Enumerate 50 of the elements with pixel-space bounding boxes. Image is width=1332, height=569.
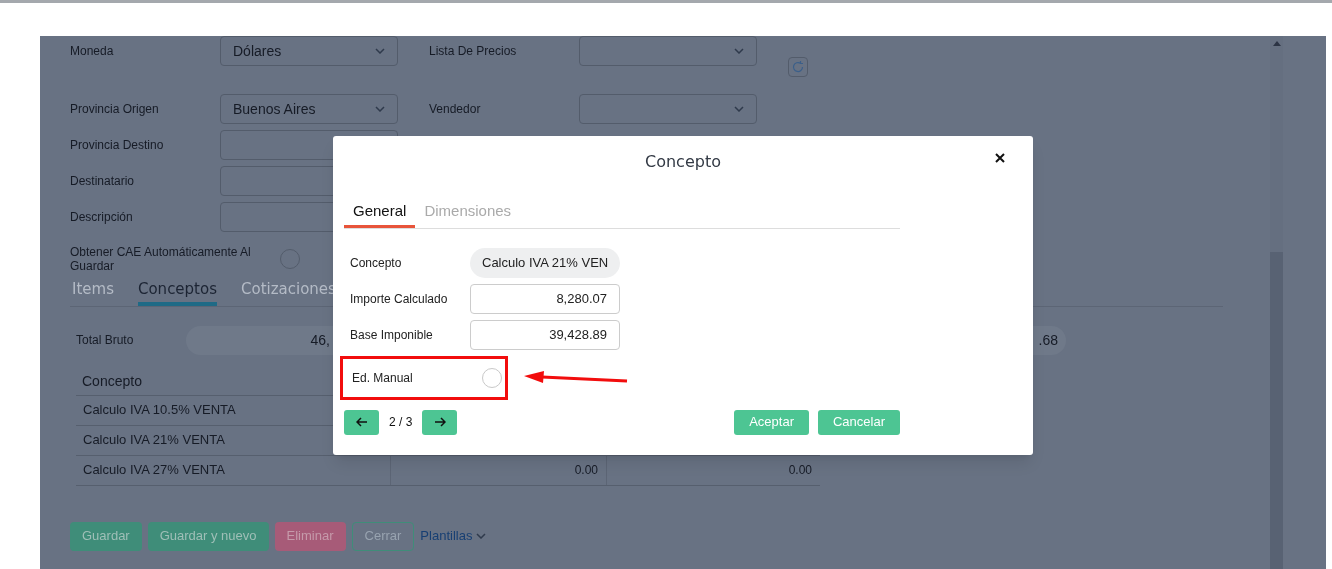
field-label: Lista De Precios — [429, 44, 518, 58]
dialog-tab[interactable]: Dimensiones — [415, 200, 521, 228]
concept-pill[interactable]: Calculo IVA 21% VEN — [470, 247, 620, 278]
tab[interactable]: Items — [72, 278, 114, 306]
field-label: Descripción — [70, 210, 134, 224]
table-cell-text: Calculo IVA 21% VENTA — [83, 431, 225, 450]
arrow-left-icon — [355, 417, 368, 427]
field-label: Moneda — [70, 44, 115, 58]
total-label: Total Bruto — [76, 332, 135, 348]
dialog-button[interactable]: Cancelar — [817, 409, 900, 435]
select-field[interactable]: Buenos Aires — [220, 94, 398, 124]
field-label: Importe Calculado — [350, 290, 449, 307]
chevron-down-icon — [476, 533, 487, 539]
refresh-icon — [791, 60, 805, 74]
chevron-down-icon — [375, 106, 385, 112]
close-icon — [995, 153, 1005, 163]
select-field[interactable] — [579, 36, 757, 66]
field-label: Concepto — [350, 254, 403, 271]
scroll-up-arrow-icon — [1272, 41, 1281, 46]
select-field[interactable] — [579, 94, 757, 124]
field-label: Vendedor — [429, 102, 482, 116]
next-button[interactable] — [422, 409, 458, 435]
number-input[interactable]: 39,428.89 — [470, 319, 620, 350]
table-cell: 0.00 — [788, 462, 812, 478]
action-button[interactable]: Guardar — [70, 521, 142, 551]
chevron-down-icon — [734, 48, 744, 54]
field-label: Ed. Manual — [352, 369, 414, 386]
templates-dropdown[interactable]: Plantillas — [420, 521, 487, 551]
action-button[interactable]: Eliminar — [274, 521, 346, 551]
chevron-down-icon — [734, 106, 744, 112]
select-field[interactable]: Dólares — [220, 36, 398, 66]
arrow-right-icon — [433, 417, 446, 427]
chevron-down-icon — [375, 48, 385, 54]
field-label: Provincia Origen — [70, 102, 160, 116]
dialog-tab[interactable]: General — [344, 200, 416, 228]
tab[interactable]: Cotizaciones — [241, 278, 336, 306]
number-input[interactable]: 8,280.07 — [470, 283, 620, 314]
table-cell: 0.00 — [574, 462, 598, 478]
page-indicator: 2 / 3 — [388, 414, 414, 430]
field-label: Obtener CAE Automáticamente Al Guardar — [70, 245, 252, 273]
action-button[interactable]: Guardar y nuevo — [147, 521, 269, 551]
field-label: Provincia Destino — [70, 138, 165, 152]
field-label: Destinatario — [70, 174, 136, 188]
column-header: Concepto — [81, 371, 143, 391]
previous-button[interactable] — [344, 409, 379, 435]
dialog-button[interactable]: Aceptar — [734, 409, 809, 435]
tab[interactable]: Conceptos — [137, 278, 217, 306]
table-cell-text: Calculo IVA 27% VENTA — [83, 461, 225, 480]
dialog-title: Concepto — [645, 151, 721, 173]
table-cell-text: Calculo IVA 10.5% VENTA — [83, 401, 236, 420]
